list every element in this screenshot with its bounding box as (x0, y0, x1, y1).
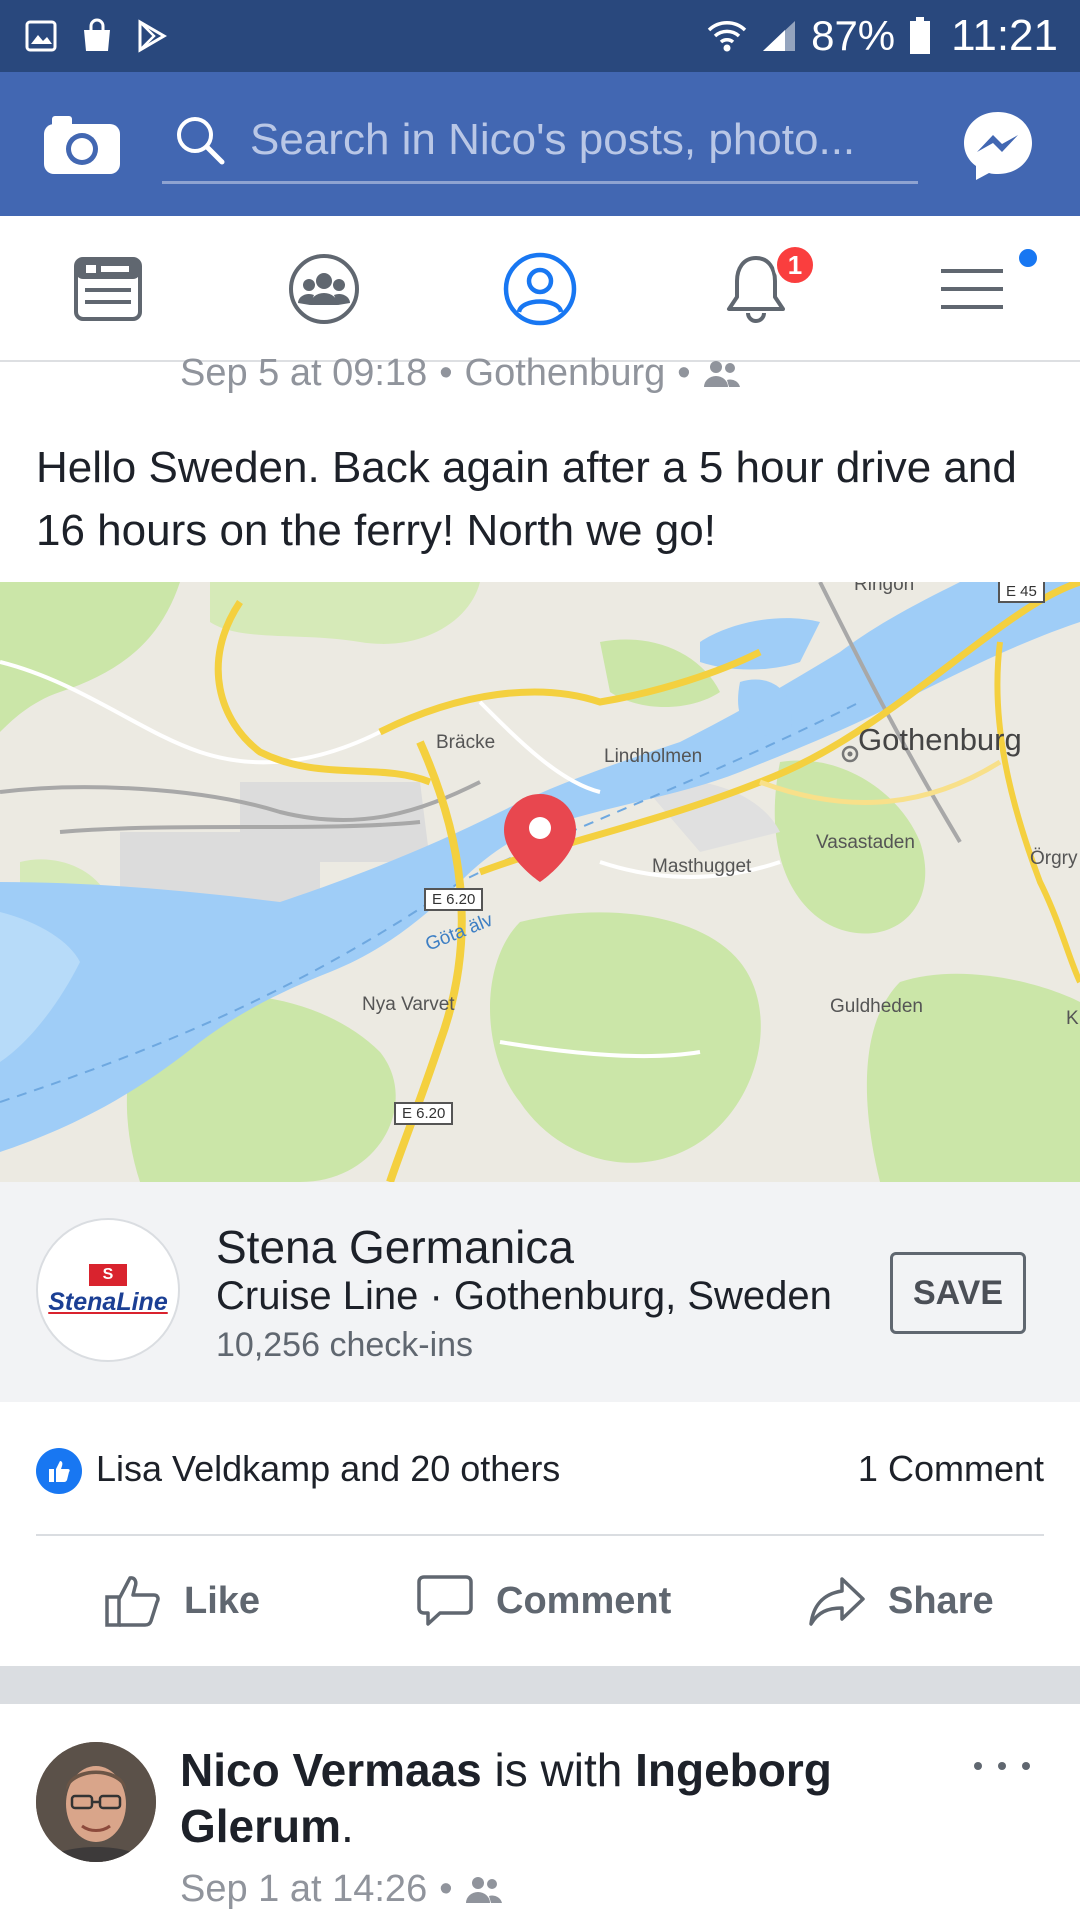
groups-icon (289, 254, 359, 324)
more-options-button[interactable] (974, 1746, 1030, 1786)
shopping-bag-icon (84, 18, 110, 51)
tab-profile[interactable] (432, 216, 648, 362)
search-placeholder: Search in Nico's posts, photo... (250, 114, 856, 164)
tab-news-feed[interactable] (0, 216, 216, 362)
reactions-row: Lisa Veldkamp and 20 others 1 Comment (0, 1402, 1080, 1534)
avatar[interactable] (36, 1742, 156, 1862)
share-label: Share (888, 1579, 994, 1622)
map-shield-e45: E 45 (998, 582, 1045, 603)
profile-icon (503, 252, 577, 326)
meta-separator: • (439, 1868, 453, 1910)
thumbs-up-icon (105, 1576, 160, 1627)
place-card[interactable]: S StenaLine Stena Germanica Cruise Line … (0, 1182, 1080, 1402)
status-bar: 87% 11:21 (0, 0, 1080, 72)
tab-groups[interactable] (216, 216, 432, 362)
map-label-gothenburg: Gothenburg (858, 722, 1022, 757)
comment-button[interactable]: Comment (416, 1536, 671, 1666)
comment-label: Comment (496, 1579, 672, 1622)
post-text: Hello Sweden. Back again after a 5 hour … (36, 443, 1017, 555)
friends-icon (465, 1876, 502, 1903)
post-meta: Sep 1 at 14:26 • (180, 1868, 503, 1911)
place-checkins: 10,256 check-ins (216, 1326, 474, 1364)
post-separator (0, 1666, 1080, 1704)
location-map[interactable]: Gothenburg Bräcke Lindholmen Vasastaden … (0, 582, 1080, 1182)
map-label-vasastaden: Vasastaden (816, 832, 915, 853)
camera-icon (44, 116, 120, 174)
place-logo: S StenaLine (36, 1218, 180, 1362)
post-actions: Like Comment Share (0, 1536, 1080, 1666)
camera-button[interactable] (42, 112, 122, 176)
author-name[interactable]: Nico Vermaas (180, 1744, 482, 1796)
tab-notifications[interactable]: 1 (648, 216, 864, 362)
post-location[interactable]: Gothenburg (465, 352, 666, 395)
dot (974, 1762, 982, 1770)
like-label: Like (184, 1579, 261, 1622)
avatar-photo (36, 1742, 156, 1862)
app-bar: Search in Nico's posts, photo... (0, 72, 1080, 216)
post-date[interactable]: Sep 1 at 14:26 (180, 1868, 427, 1911)
wifi-icon (707, 21, 747, 52)
with-text: is with (481, 1744, 636, 1796)
map-label-guldheden: Guldheden (830, 996, 923, 1017)
map-label-k: K (1066, 1008, 1079, 1029)
header-period: . (341, 1800, 354, 1852)
tab-menu[interactable] (864, 216, 1080, 362)
play-store-icon (138, 19, 167, 53)
map-label-ringon: Ringön (854, 582, 915, 595)
map-label-masthugget: Masthugget (652, 856, 752, 877)
reactions-summary[interactable]: Lisa Veldkamp and 20 others (96, 1448, 560, 1490)
menu-icon (941, 269, 1003, 309)
share-icon (809, 1577, 865, 1626)
map-shield-e620: E 6.20 (394, 1102, 454, 1125)
meta-separator: • (439, 352, 453, 394)
like-reaction-icon (36, 1448, 82, 1494)
place-name[interactable]: Stena Germanica (216, 1220, 574, 1274)
map-label-bracke: Bräcke (436, 732, 496, 753)
like-button[interactable]: Like (104, 1536, 260, 1666)
place-category: Cruise Line · Gothenburg, Sweden (216, 1274, 832, 1318)
battery-percent: 87% (811, 12, 896, 59)
signal-icon (763, 21, 796, 51)
clock: 11:21 (951, 11, 1058, 60)
messenger-button[interactable] (960, 108, 1036, 184)
messenger-icon (964, 112, 1032, 180)
logo-text: StenaLine (48, 1287, 168, 1316)
menu-dot (1016, 246, 1040, 270)
map-label-orgryte: Örgry (1030, 848, 1078, 869)
news-feed-icon (74, 257, 142, 321)
map-label-nya-varvet: Nya Varvet (362, 994, 455, 1015)
dot (998, 1762, 1006, 1770)
logo-flag: S (89, 1263, 127, 1286)
post-header: Nico Vermaas is with Ingeborg Glerum. (180, 1742, 920, 1854)
gallery-icon (25, 20, 57, 52)
map-shield-e620: E 6.20 (424, 888, 484, 911)
post-date[interactable]: Sep 5 at 09:18 (180, 352, 427, 395)
meta-separator: • (677, 352, 691, 394)
dot (1022, 1762, 1030, 1770)
comment-count[interactable]: 1 Comment (858, 1448, 1044, 1490)
map-label-lindholmen: Lindholmen (604, 746, 703, 767)
tab-bar: 1 (0, 216, 1080, 362)
post-meta: Sep 5 at 09:18 • Gothenburg • (180, 352, 741, 395)
search-icon (177, 116, 225, 164)
share-button[interactable]: Share (808, 1536, 994, 1666)
comment-icon (417, 1575, 473, 1626)
save-button[interactable]: SAVE (890, 1252, 1026, 1334)
map-graphic (0, 582, 1080, 1182)
notification-badge: 1 (774, 244, 816, 286)
friends-icon (703, 360, 740, 387)
search-input[interactable]: Search in Nico's posts, photo... (162, 98, 918, 184)
battery-icon (910, 17, 931, 54)
